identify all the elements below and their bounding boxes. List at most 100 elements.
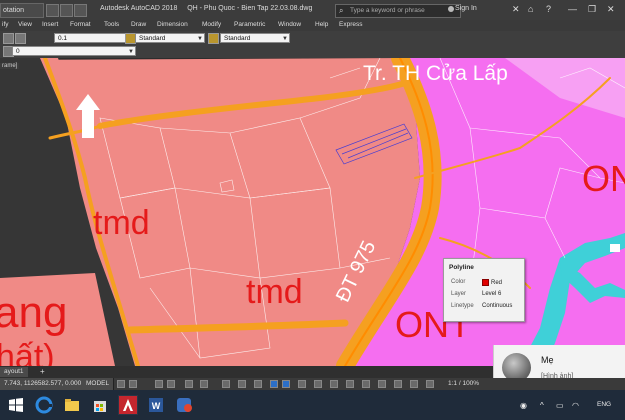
workspace-dropdown[interactable]: otation xyxy=(0,3,44,18)
gizmo-icon[interactable] xyxy=(330,380,338,388)
selection-cycling-icon[interactable] xyxy=(270,380,278,388)
windows-start-icon[interactable] xyxy=(6,395,26,415)
word-icon[interactable]: W xyxy=(146,395,166,415)
zone-label-tmd-1: tmd xyxy=(93,204,150,242)
rollover-tooltip: Polyline Color Red Layer Level 6 Linetyp… xyxy=(443,258,525,322)
menu-modify-2[interactable]: Modify xyxy=(202,21,221,28)
app-title: Autodesk AutoCAD 2018 xyxy=(100,5,178,12)
app-store-icon[interactable] xyxy=(74,4,87,17)
menu-insert[interactable]: Insert xyxy=(42,21,58,28)
svg-text:W: W xyxy=(152,401,161,411)
menu-modify[interactable]: ify xyxy=(2,21,9,28)
menu-help[interactable]: Help xyxy=(315,21,328,28)
ortho-icon[interactable] xyxy=(155,380,163,388)
model-space-button[interactable]: MODEL xyxy=(82,378,115,390)
autodesk-a360-icon[interactable]: ⌂ xyxy=(528,4,533,14)
menu-tools[interactable]: Tools xyxy=(104,21,119,28)
quick-access-dropdown-icon[interactable] xyxy=(46,4,59,17)
layer-dropdown[interactable]: 0 ▼ xyxy=(12,46,136,56)
dim-style-icon xyxy=(208,33,219,44)
properties-toolbar: 0.1 ▼ Standard ▼ Standard ▼ 0 ▼ xyxy=(0,31,625,59)
zone-label-ont-1: ONT xyxy=(582,158,625,199)
grid-icon[interactable] xyxy=(117,380,125,388)
menu-bar: ify View Insert Format Tools Draw Dimens… xyxy=(0,20,625,31)
chat-app-icon[interactable] xyxy=(174,395,194,415)
lineweight-dropdown[interactable]: 0.1 ▼ xyxy=(54,33,132,43)
sign-in-link[interactable]: Sign In xyxy=(455,5,477,12)
viewport-label[interactable]: rame] xyxy=(0,63,20,69)
menu-parametric[interactable]: Parametric xyxy=(234,21,265,28)
text-style-value: Standard xyxy=(139,35,166,42)
store-icon[interactable] xyxy=(90,395,110,415)
object-snap-icon[interactable] xyxy=(222,380,230,388)
tooltip-color-key: Color xyxy=(451,279,466,285)
layer-state-icon[interactable] xyxy=(15,33,26,44)
exchange-icon[interactable]: ✕ xyxy=(512,4,520,15)
color-swatch xyxy=(482,279,489,286)
units-icon[interactable] xyxy=(410,380,418,388)
workspace-switch-icon[interactable] xyxy=(378,380,386,388)
coordinates-readout[interactable]: 7.743, 1126582.577, 0.000 xyxy=(0,378,87,390)
add-layout-icon[interactable]: + xyxy=(40,367,45,376)
autocad-icon[interactable] xyxy=(118,395,138,415)
text-style-dropdown[interactable]: Standard ▼ xyxy=(135,33,205,43)
window-title: Autodesk AutoCAD 2018 QH - Phu Quoc - Bi… xyxy=(100,5,312,12)
transparency-icon[interactable] xyxy=(254,380,262,388)
selection-filter-icon[interactable] xyxy=(314,380,322,388)
user-icon[interactable] xyxy=(448,6,454,12)
drawing-canvas[interactable]: rame] Tr. TH Cửa Lấp tmd tmd ONT ONT ĐT … xyxy=(0,58,625,366)
menu-draw[interactable]: Draw xyxy=(131,21,146,28)
search-input[interactable]: ⌕ Type a keyword or phrase xyxy=(335,4,461,18)
menu-view[interactable]: View xyxy=(18,21,32,28)
lineweight-icon[interactable] xyxy=(238,380,246,388)
chevron-down-icon: ▼ xyxy=(128,49,134,55)
tooltip-linetype-key: Linetype xyxy=(451,303,474,309)
chevron-down-icon: ▼ xyxy=(197,36,203,42)
annotation-scale[interactable]: 1:1 / 100% xyxy=(448,380,479,387)
tooltip-title: Polyline xyxy=(449,264,474,271)
system-tray-chevron-icon[interactable]: ^ xyxy=(540,401,544,410)
tooltip-layer-value: Level 6 xyxy=(482,291,502,297)
tab-layout1[interactable]: ayout1 xyxy=(0,367,28,377)
person-icon[interactable]: ◉ xyxy=(520,401,527,410)
minimize-icon[interactable]: — xyxy=(568,4,577,14)
share-icon[interactable] xyxy=(60,4,73,17)
menu-dimension[interactable]: Dimension xyxy=(157,21,188,28)
edge-browser-icon[interactable] xyxy=(34,395,54,415)
polar-icon[interactable] xyxy=(167,380,175,388)
wifi-icon[interactable]: ◠ xyxy=(572,401,579,410)
tooltip-color-value: Red xyxy=(482,279,502,286)
language-indicator[interactable]: ENG xyxy=(597,401,611,408)
tooltip-linetype-value: Continuous xyxy=(482,303,513,309)
dim-style-value: Standard xyxy=(224,35,251,42)
close-icon[interactable]: ✕ xyxy=(607,4,615,15)
annotation-visibility-icon[interactable] xyxy=(346,380,354,388)
file-explorer-icon[interactable] xyxy=(62,395,82,415)
title-bar: otation Autodesk AutoCAD 2018 QH - Phu Q… xyxy=(0,0,625,20)
annotation-monitor-icon[interactable] xyxy=(394,380,402,388)
tooltip-color-text: Red xyxy=(491,280,503,287)
isodraft-icon[interactable] xyxy=(185,380,193,388)
auto-scale-icon[interactable] xyxy=(362,380,370,388)
menu-format[interactable]: Format xyxy=(70,21,91,28)
3d-osnap-icon[interactable] xyxy=(282,380,290,388)
status-bar: 7.743, 1126582.577, 0.000 MODEL 1:1 / 10… xyxy=(0,378,625,390)
help-icon[interactable]: ? xyxy=(546,4,551,14)
lineweight-value: 0.1 xyxy=(58,35,68,42)
quick-properties-icon[interactable] xyxy=(426,380,434,388)
chevron-down-icon: ▼ xyxy=(282,36,288,42)
partial-zone-label-1: ang xyxy=(0,288,68,337)
snap-icon[interactable] xyxy=(129,380,137,388)
zone-label-tmd-2: tmd xyxy=(246,273,303,311)
menu-express[interactable]: Express xyxy=(339,21,362,28)
dynamic-ucs-icon[interactable] xyxy=(298,380,306,388)
dim-style-dropdown[interactable]: Standard ▼ xyxy=(220,33,290,43)
notification-sender: Mẹ xyxy=(541,355,554,365)
object-snap-tracking-icon[interactable] xyxy=(200,380,208,388)
layer-value: 0 xyxy=(16,48,20,55)
layer-properties-icon[interactable] xyxy=(3,33,14,44)
restore-icon[interactable]: ❐ xyxy=(588,4,596,15)
tooltip-layer-key: Layer xyxy=(451,291,467,297)
network-icon[interactable]: ▭ xyxy=(556,401,564,410)
menu-window[interactable]: Window xyxy=(278,21,301,28)
